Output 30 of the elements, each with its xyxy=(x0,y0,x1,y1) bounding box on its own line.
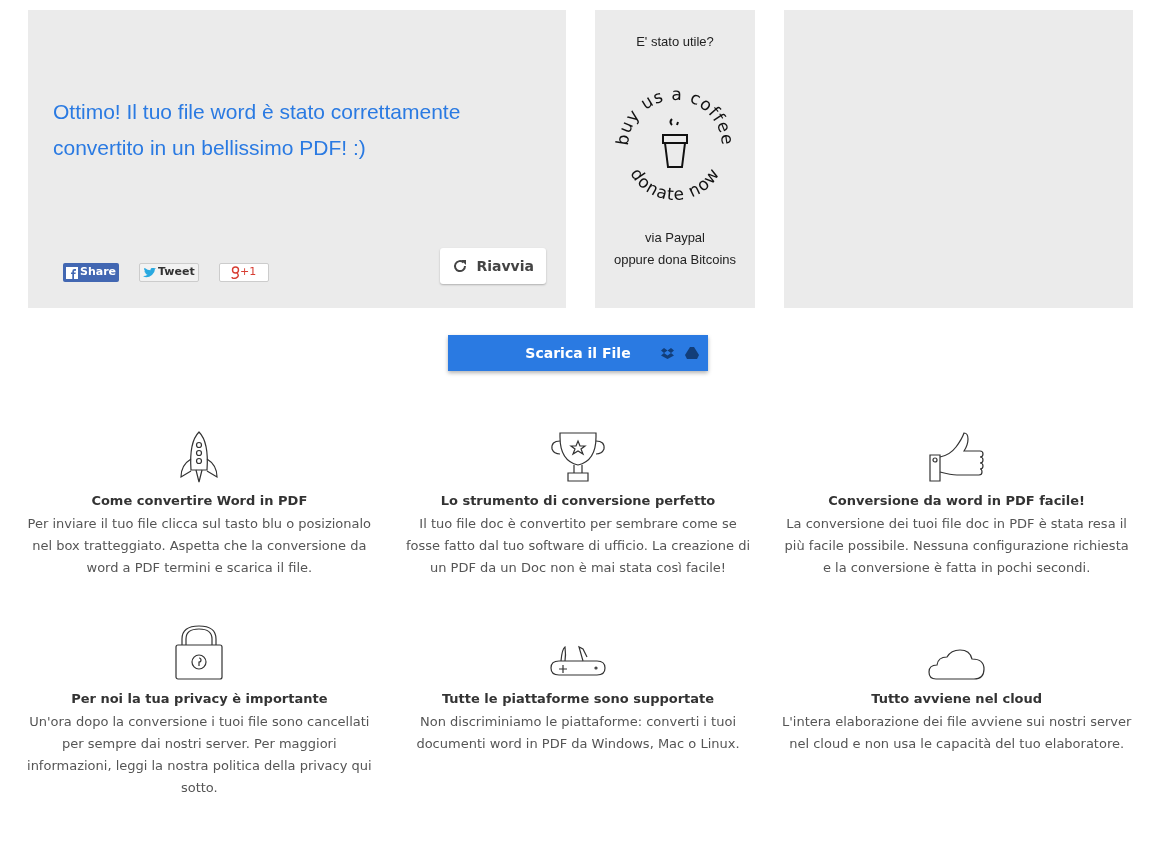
dropbox-icon[interactable] xyxy=(661,347,674,359)
padlock-icon xyxy=(174,625,225,681)
feature-description: Non discriminiamo le piattaforme: converti i tuoi documenti word in PDF da Windows, Mac o Linux. xyxy=(415,713,741,753)
g-icon xyxy=(231,266,241,279)
tweet-button[interactable]: Tweet xyxy=(139,263,199,282)
thumbs-up-icon xyxy=(927,431,986,483)
paypal-text: via Paypal xyxy=(645,228,705,247)
download-button[interactable]: Scarica il File xyxy=(448,335,708,371)
cloud-icon xyxy=(927,649,986,681)
feature-description: Per inviare il tuo file clicca sul tasto blu o posizionalo nel box tratteggiato. Aspetta che la conversione da word a PDF termini e scarica il file. xyxy=(26,515,373,577)
feature-description: Un'ora dopo la conversione i tuoi file sono cancellati per sempre dai nostri server. Per maggiori informazioni, leggi la nostra politica della privacy qui sotto. xyxy=(26,713,373,797)
feature-title: Tutte le piattaforme sono supportate xyxy=(441,690,715,708)
facebook-icon xyxy=(66,266,78,279)
feature-description: La conversione dei tuoi file doc in PDF è stata resa il più facile possibile. Nessuna configurazione richiesta e la conversione è fatta in pochi secondi. xyxy=(783,515,1130,577)
bitcoin-text: oppure dona Bitcoins xyxy=(613,250,737,269)
feature-title: Conversione da word in PDF facile! xyxy=(828,492,1085,510)
feature-description: Il tuo file doc è convertito per sembrare come se fosse fatto dal tuo software di ufficio. La creazione di un PDF da un Doc non è mai stata così facile! xyxy=(404,515,752,577)
trophy-icon xyxy=(550,431,606,483)
feature-title: Per noi la tua privacy è importante xyxy=(71,690,328,708)
feature-title: Lo strumento di conversione perfetto xyxy=(440,492,716,510)
question-text: E' stato utile? xyxy=(636,33,714,51)
feature-description: L'intera elaborazione dei file avviene sui nostri server nel cloud e non usa le capacità del tuo elaboratore. xyxy=(781,713,1132,753)
refresh-icon xyxy=(452,258,469,274)
feature-title: Tutto avviene nel cloud xyxy=(871,690,1043,708)
feature-title: Come convertire Word in PDF xyxy=(91,492,308,510)
plus-one-button[interactable]: +1 xyxy=(218,263,269,282)
facebook-share-button[interactable]: Share xyxy=(63,263,120,282)
restart-button[interactable]: Riavvia xyxy=(440,248,546,284)
success-message: Ottimo! Il tuo file word è stato correttamente convertito in un bellissimo PDF! :) xyxy=(53,99,462,161)
bird-icon xyxy=(143,267,157,278)
